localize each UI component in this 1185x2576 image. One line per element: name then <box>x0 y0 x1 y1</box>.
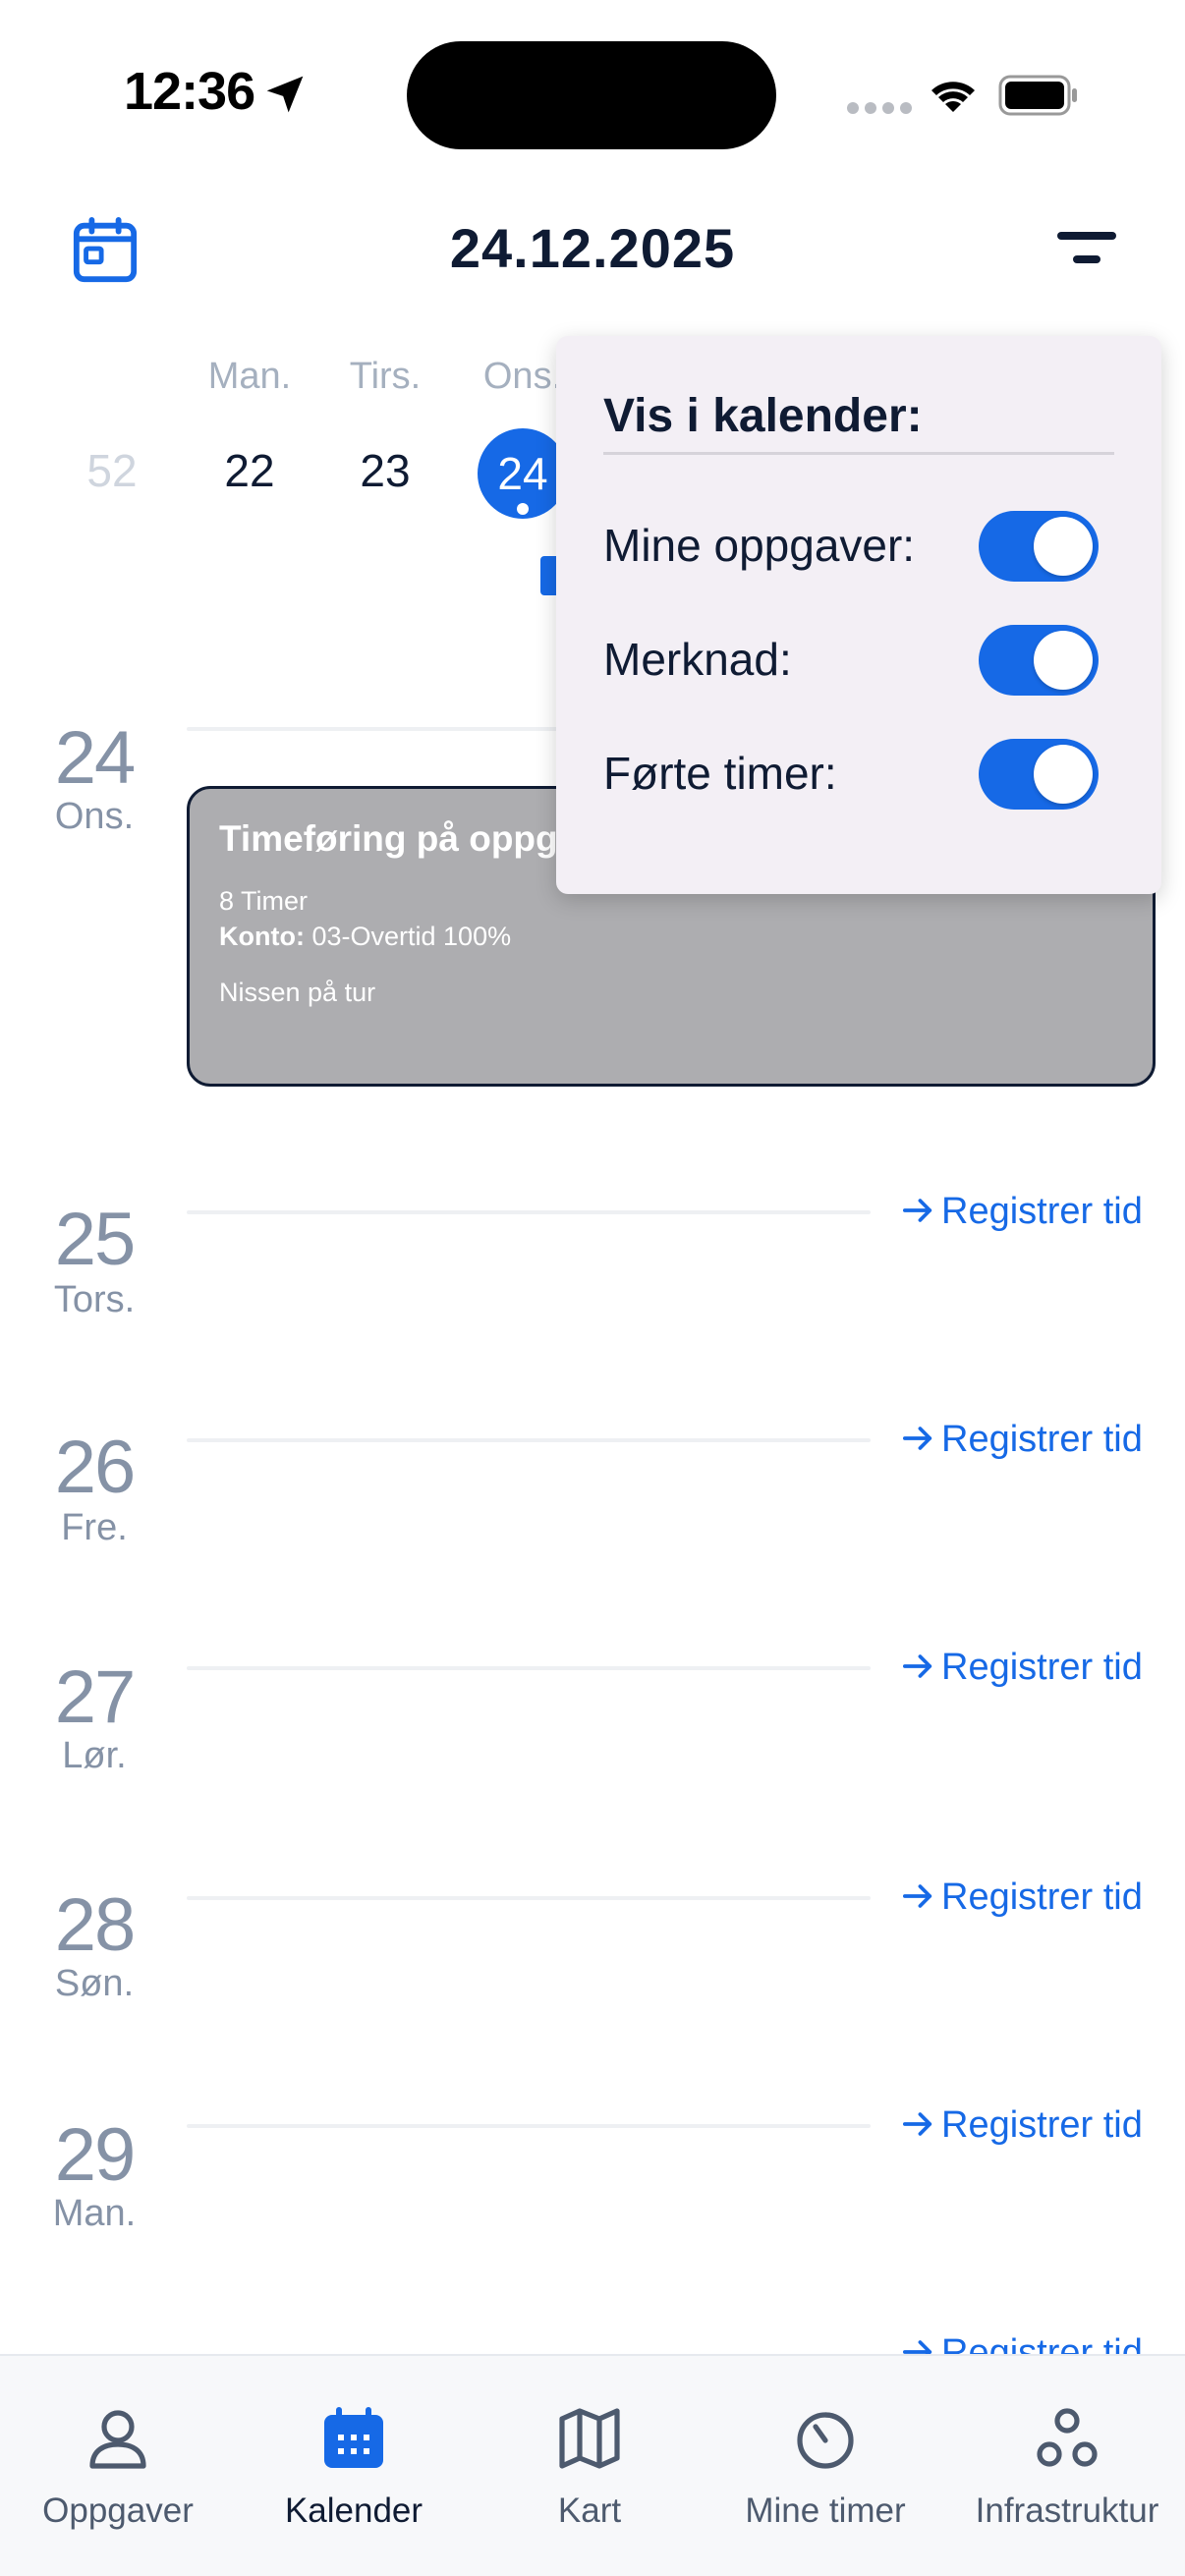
day-number-28: 28 <box>54 1883 137 1967</box>
nodes-icon <box>1037 2408 1098 2467</box>
day-name-25: Tors. <box>53 1279 136 1320</box>
status-time: 12:36 <box>124 62 255 121</box>
event-account-label: Konto: <box>219 922 305 951</box>
week-day-22[interactable]: 22 <box>191 444 309 497</box>
toggle-remark[interactable] <box>979 625 1099 696</box>
weekday-mon: Man. <box>207 356 292 397</box>
timer-icon <box>797 2412 854 2469</box>
register-time-link[interactable]: Registrer tid <box>902 1876 1143 1919</box>
option-label-logged-hours: Førte timer: <box>603 748 837 799</box>
day-name-24: Ons. <box>54 796 135 837</box>
day-number-25: 25 <box>54 1198 137 1281</box>
arrow-right-icon <box>902 1427 932 1450</box>
day-name-26: Fre. <box>61 1507 128 1548</box>
popover-title: Vis i kalender: <box>603 390 923 442</box>
register-time-link[interactable]: Registrer tid <box>902 1647 1143 1689</box>
popover-divider <box>603 452 1114 455</box>
toggle-my-tasks[interactable] <box>979 511 1099 582</box>
person-icon <box>89 2410 146 2469</box>
option-label-my-tasks: Mine oppgaver: <box>603 520 916 571</box>
register-time-link[interactable]: Registrer tid <box>902 1419 1143 1461</box>
event-note: Nissen på tur <box>219 978 376 1007</box>
weekday-tue: Tirs. <box>349 356 422 397</box>
tab-oppgaver[interactable]: Oppgaver <box>0 2356 236 2552</box>
day-name-29: Man. <box>52 2193 137 2234</box>
week-number: 52 <box>86 445 138 496</box>
day-divider <box>187 1210 871 1214</box>
option-label-remark: Merknad: <box>603 634 792 685</box>
filter-icon[interactable] <box>1055 228 1118 271</box>
dynamic-island <box>407 41 776 149</box>
day-divider <box>187 1666 871 1670</box>
tab-mine-timer[interactable]: Mine timer <box>707 2356 943 2552</box>
day-divider <box>187 1896 871 1900</box>
arrow-right-icon <box>902 1654 932 1678</box>
register-time-link[interactable]: Registrer tid <box>902 2104 1143 2147</box>
event-account-value: 03-Overtid 100% <box>311 922 512 951</box>
day-number-24: 24 <box>54 716 137 800</box>
tab-kalender[interactable]: Kalender <box>236 2356 472 2552</box>
current-date-title: 24.12.2025 <box>449 217 736 279</box>
day-name-27: Lør. <box>62 1735 127 1776</box>
tab-infrastruktur[interactable]: Infrastruktur <box>949 2356 1185 2552</box>
tab-kart[interactable]: Kart <box>472 2356 707 2552</box>
day-number-29: 29 <box>54 2113 137 2197</box>
bottom-tab-bar: Oppgaver Kalender Kart Mine timer Infras… <box>0 2354 1185 2576</box>
map-icon <box>559 2408 620 2469</box>
register-time-link[interactable]: Registrer tid <box>902 1191 1143 1233</box>
day-divider <box>187 727 580 731</box>
week-day-23[interactable]: 23 <box>326 444 444 497</box>
day-divider <box>187 2124 871 2128</box>
day-name-28: Søn. <box>54 1963 135 2004</box>
wifi-icon <box>931 82 975 112</box>
location-arrow-icon <box>266 76 304 113</box>
toggle-logged-hours[interactable] <box>979 739 1099 810</box>
day-divider <box>187 1438 871 1442</box>
day-number-27: 27 <box>54 1655 137 1739</box>
calendar-filter-popover: Vis i kalender: Mine oppgaver: Merknad: … <box>556 336 1161 894</box>
arrow-right-icon <box>902 1884 932 1908</box>
event-indicator-dot <box>517 503 529 515</box>
day-number-26: 26 <box>54 1426 137 1509</box>
cellular-signal-icon <box>847 102 912 114</box>
arrow-right-icon <box>902 1199 932 1222</box>
calendar-icon <box>324 2407 383 2468</box>
arrow-right-icon <box>902 2112 932 2136</box>
battery-icon <box>998 75 1077 116</box>
